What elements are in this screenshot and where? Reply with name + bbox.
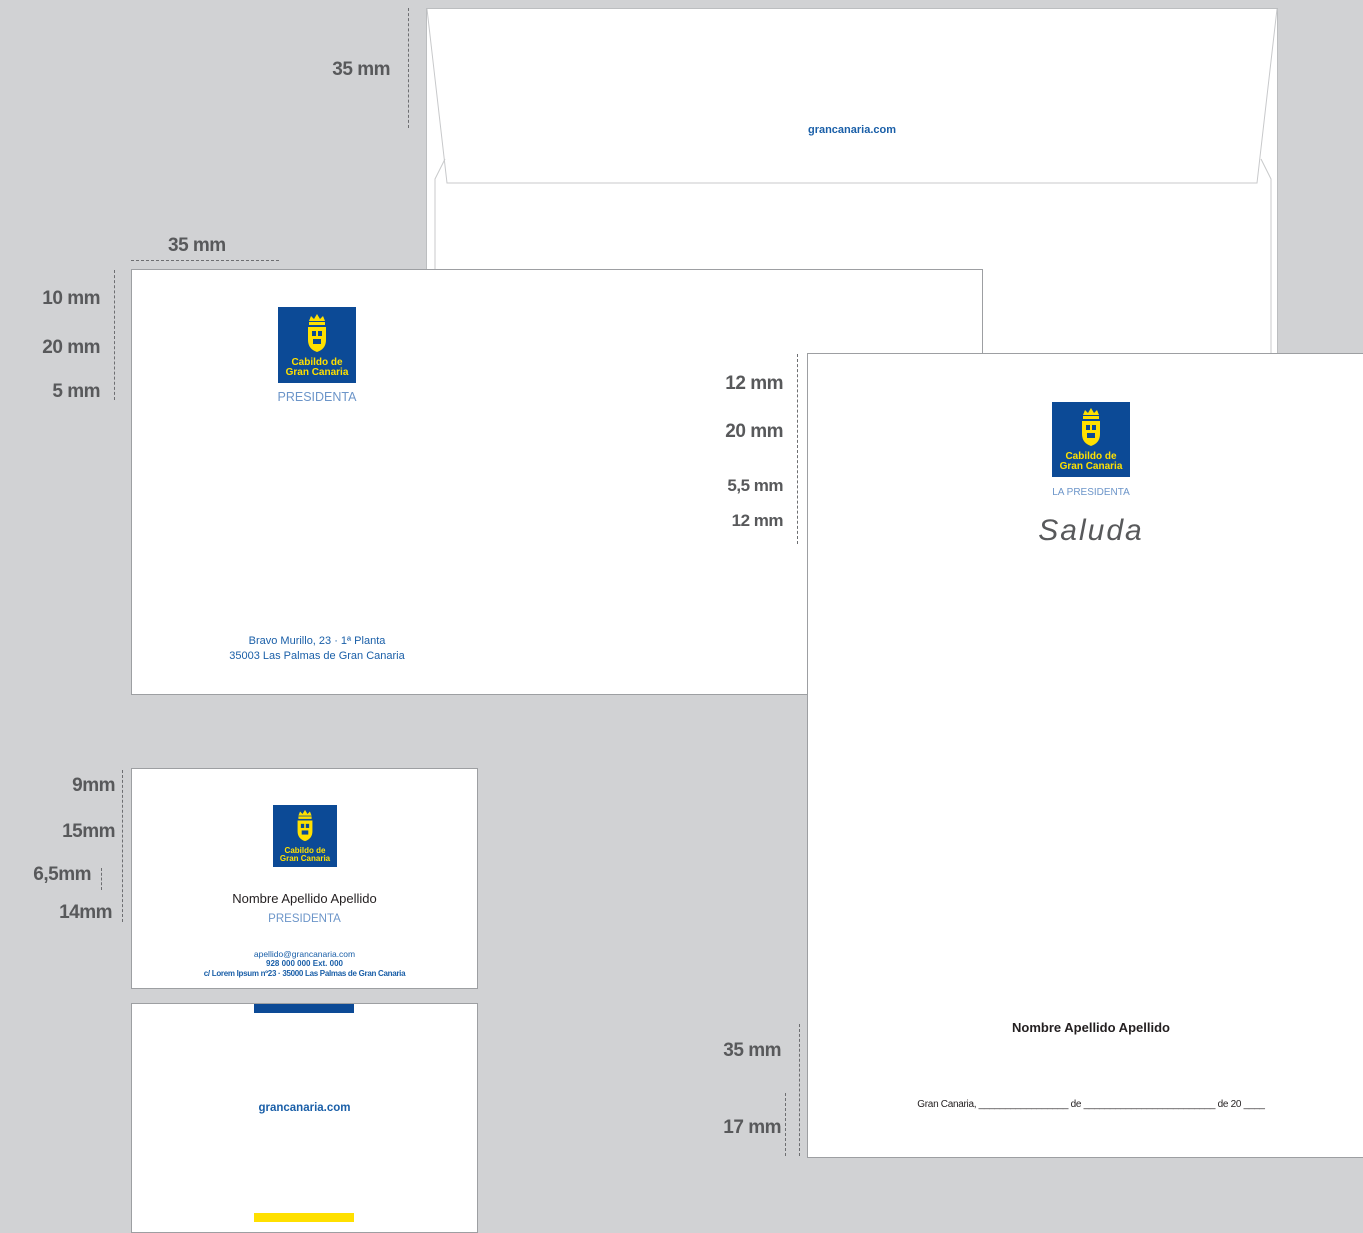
saluda-top-dim-line	[797, 354, 798, 544]
saluda-date-line: Gran Canaria, _________________ de _____…	[917, 1099, 1265, 1110]
card-back-web: grancanaria.com	[258, 1102, 351, 1114]
card-back-top-bar	[254, 1004, 354, 1013]
card-gap-dim-line	[101, 868, 102, 890]
saluda-dim-top: 12 mm	[725, 373, 783, 394]
saluda-dim-title: 12 mm	[731, 511, 784, 530]
envelope-left-margin-dim-line	[131, 260, 279, 261]
saluda-sheet: Cabildo de Gran Canaria LA PRESIDENTA Sa…	[807, 353, 1363, 1158]
saluda-title: Saluda	[1038, 514, 1144, 547]
card-dim-line	[122, 770, 123, 922]
saluda-bottom-dim-line-2	[785, 1093, 786, 1156]
envelope-address-line-2: 35003 Las Palmas de Gran Canaria	[229, 650, 405, 662]
envelope-dim-top: 10 mm	[42, 288, 100, 309]
envelope-dim-logo: 20 mm	[42, 337, 100, 358]
card-back-bottom-bar	[254, 1213, 354, 1222]
card-dim-logo: 15mm	[62, 821, 115, 842]
card-role: PRESIDENTA	[268, 913, 341, 925]
envelope-flap-dim-line	[408, 8, 409, 128]
saluda-dim-bottom-2: 17 mm	[723, 1117, 781, 1138]
card-address: c/ Lorem Ipsum nº23 · 35000 Las Palmas d…	[203, 969, 406, 978]
cabildo-logo: Cabildo de Gran Canaria	[278, 307, 356, 383]
business-card-front: Cabildo de Gran Canaria Nombre Apellido …	[131, 768, 478, 989]
card-name: Nombre Apellido Apellido	[232, 891, 377, 906]
card-dim-gap: 6,5mm	[33, 864, 91, 885]
business-card-back: grancanaria.com	[131, 1003, 478, 1233]
logo-line-2: Gran Canaria	[279, 854, 331, 863]
envelope-dim-line	[114, 270, 115, 400]
crest-icon	[308, 314, 326, 352]
envelope-flap-dimension: 35 mm	[332, 59, 390, 80]
cabildo-logo: Cabildo de Gran Canaria	[273, 805, 337, 867]
card-phone: 928 000 000 Ext. 000	[266, 959, 343, 968]
saluda-role: LA PRESIDENTA	[1052, 487, 1130, 498]
card-dim-bottom: 14mm	[59, 902, 112, 923]
crest-icon	[1082, 408, 1100, 446]
card-email: apellido@grancanaria.com	[253, 949, 356, 959]
envelope-address-line-1: Bravo Murillo, 23 · 1ª Planta	[248, 635, 386, 647]
card-dim-top: 9mm	[72, 775, 115, 796]
saluda-bottom-dim-line-1	[799, 1024, 800, 1156]
envelope-back-web: grancanaria.com	[807, 124, 897, 136]
saluda-name: Nombre Apellido Apellido	[1012, 1020, 1170, 1035]
envelope-left-margin-dimension: 35 mm	[168, 235, 226, 256]
logo-line-2: Gran Canaria	[285, 367, 349, 378]
saluda-dim-logo: 20 mm	[725, 421, 783, 442]
crest-icon	[297, 809, 313, 842]
envelope-dim-gap: 5 mm	[52, 381, 100, 402]
saluda-dim-gap: 5,5 mm	[727, 476, 783, 495]
logo-line-2: Gran Canaria	[1059, 461, 1123, 472]
envelope-role: PRESIDENTA	[277, 390, 357, 404]
cabildo-logo: Cabildo de Gran Canaria	[1052, 402, 1130, 477]
saluda-dim-bottom-1: 35 mm	[723, 1040, 781, 1061]
